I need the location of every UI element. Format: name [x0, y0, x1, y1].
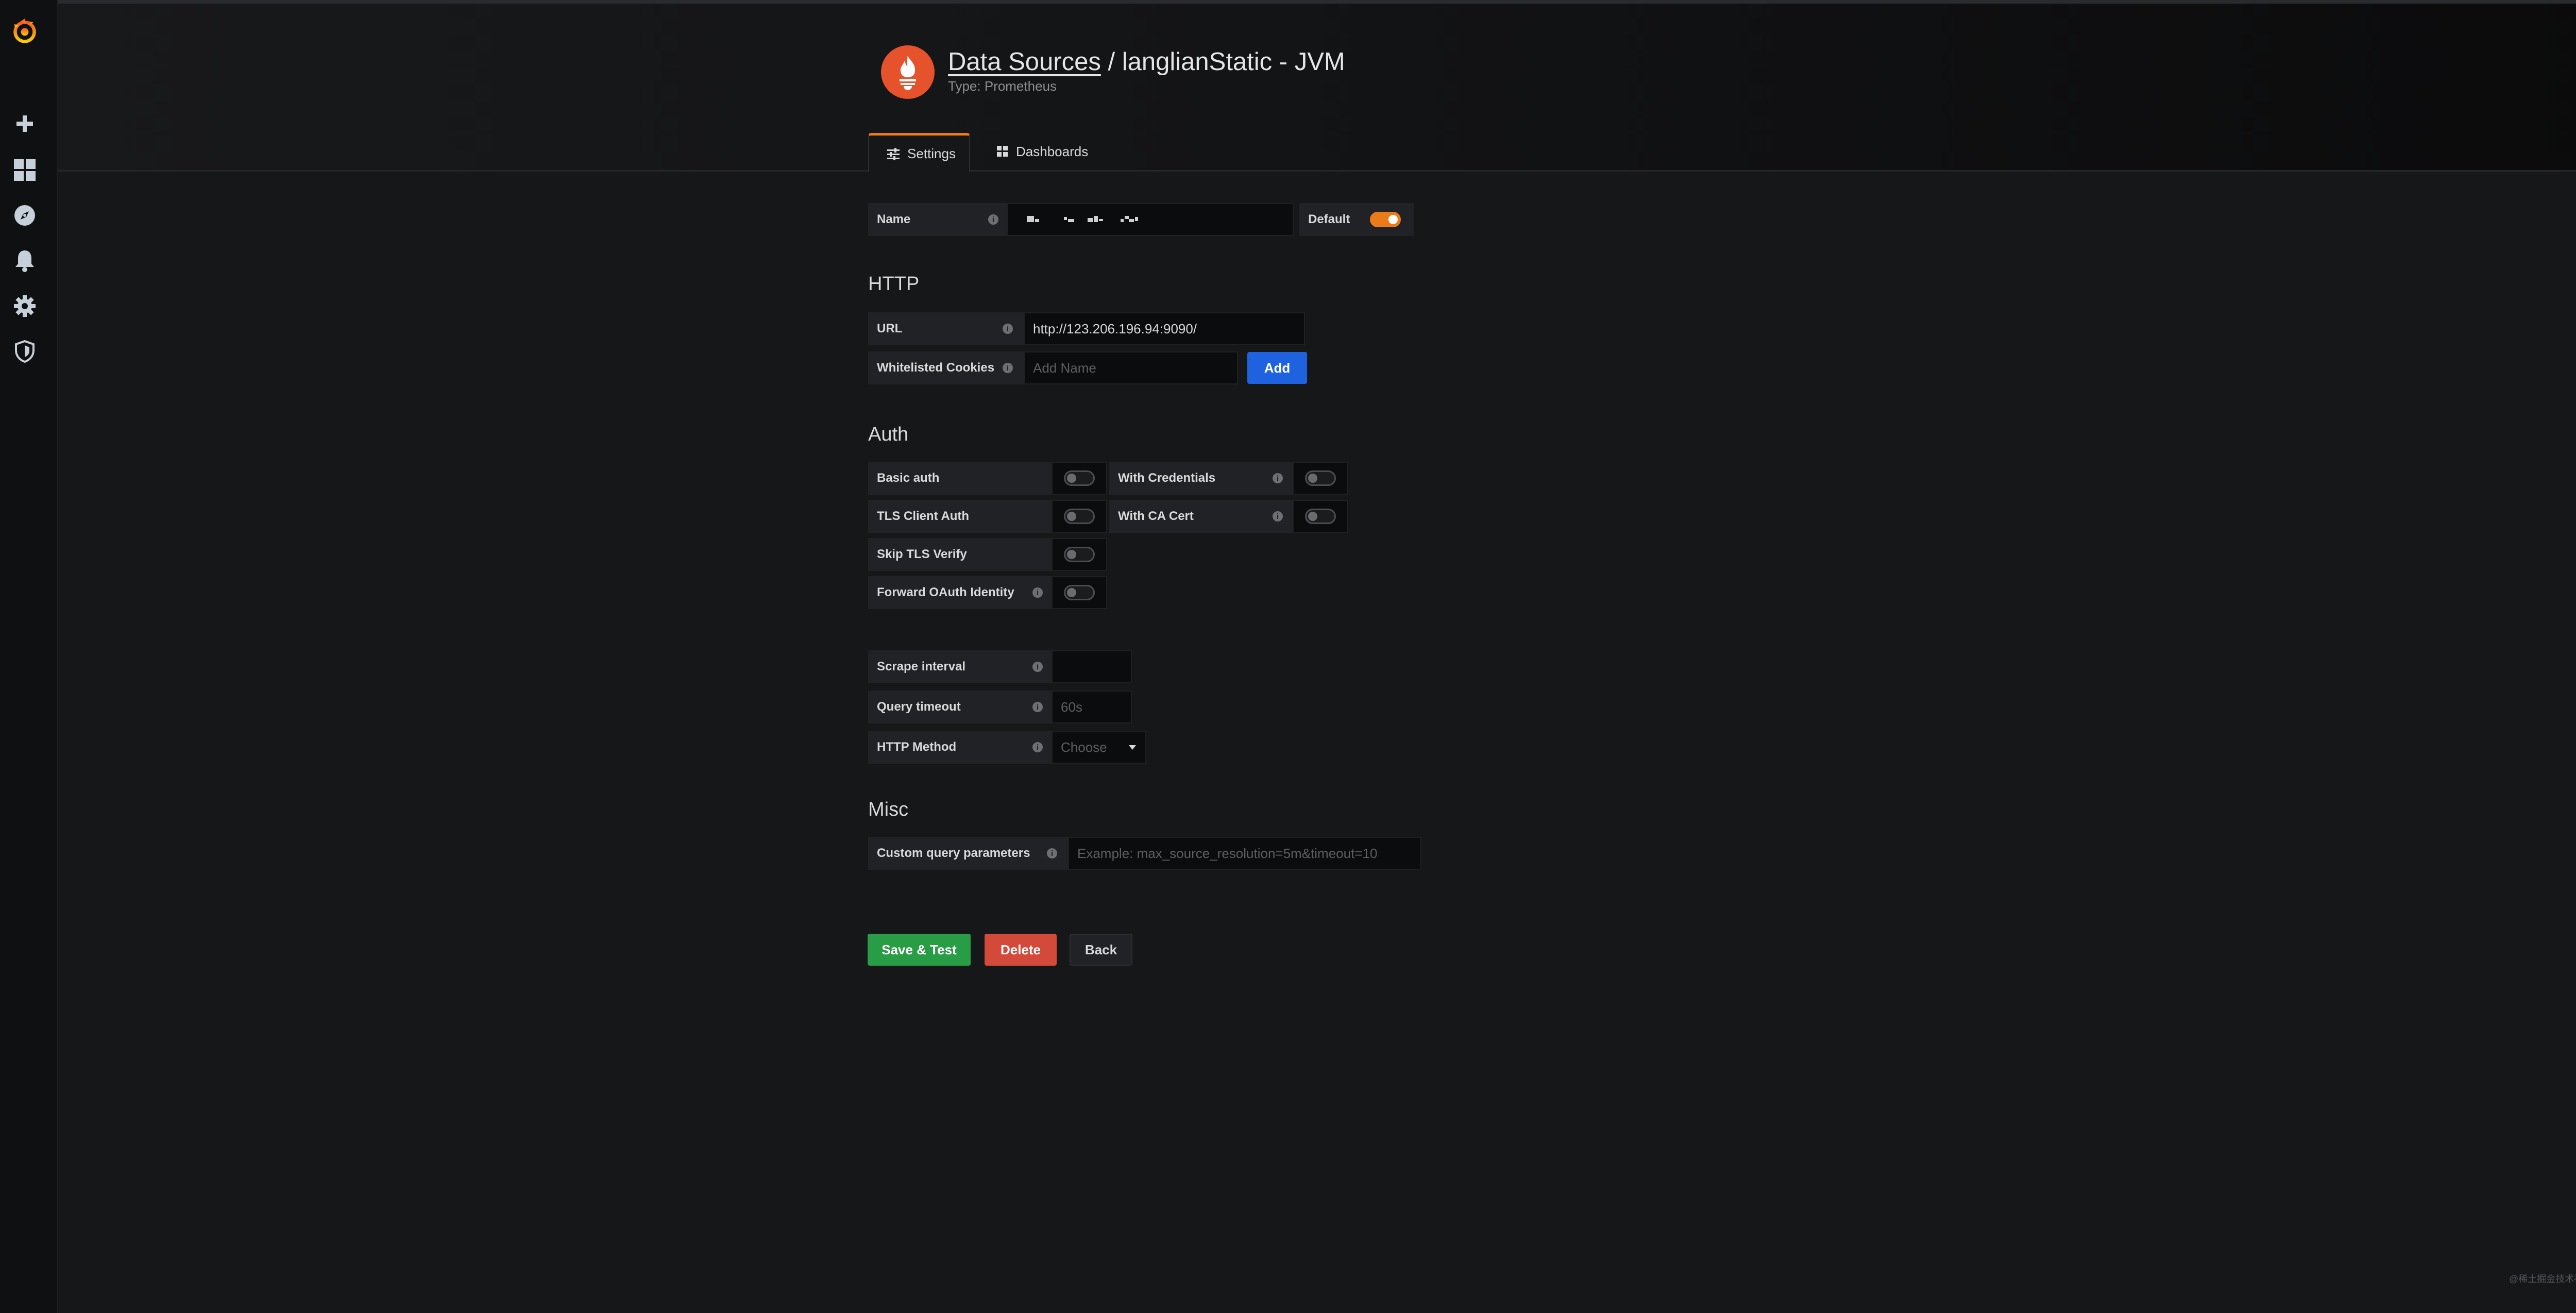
custom-query-params-input[interactable]: Example: max_source_resolution=5m&timeou…	[1068, 837, 1421, 870]
tls-client-auth-switch[interactable]	[1064, 509, 1095, 524]
default-switch[interactable]	[1370, 212, 1401, 227]
basic-auth-label: Basic auth	[868, 462, 1052, 495]
with-credentials-toggle[interactable]	[1293, 462, 1348, 495]
custom-query-params-label: Custom query parameters	[868, 837, 1068, 870]
with-ca-cert-text: With CA Cert	[1118, 509, 1194, 523]
datasource-name-title: / langlianStatic - JVM	[1100, 48, 1345, 76]
basic-auth-toggle[interactable]	[1052, 462, 1107, 495]
configuration-gear-icon[interactable]	[11, 293, 38, 319]
skip-tls-verify-switch[interactable]	[1064, 547, 1095, 562]
default-toggle[interactable]	[1357, 203, 1414, 236]
http-section-title: HTTP	[868, 273, 920, 295]
with-ca-cert-switch[interactable]	[1305, 509, 1336, 524]
plus-icon[interactable]	[11, 110, 38, 137]
query-timeout-placeholder: 60s	[1061, 699, 1082, 715]
sliders-icon	[887, 147, 900, 160]
prometheus-logo-icon	[881, 45, 935, 99]
tab-settings-label: Settings	[907, 146, 956, 161]
url-info-icon[interactable]: i	[1003, 324, 1013, 334]
back-button[interactable]: Back	[1070, 934, 1132, 966]
caret-down-icon	[1129, 745, 1136, 750]
dashboards-icon[interactable]	[11, 157, 38, 183]
cookies-placeholder: Add Name	[1033, 360, 1096, 376]
skip-tls-verify-text: Skip TLS Verify	[877, 547, 967, 561]
query-timeout-text: Query timeout	[877, 700, 961, 714]
http-method-label: HTTP Method	[868, 731, 1052, 764]
custom-query-params-placeholder: Example: max_source_resolution=5m&timeou…	[1077, 845, 1378, 861]
add-cookie-button[interactable]: Add	[1247, 352, 1307, 384]
page-title: Data Sources / langlianStatic - JVM	[948, 47, 1345, 76]
scrape-interval-input[interactable]	[1052, 650, 1132, 683]
http-method-text: HTTP Method	[877, 740, 957, 754]
forward-oauth-text: Forward OAuth Identity	[877, 585, 1014, 599]
cookies-label: Whitelisted Cookies	[868, 351, 1024, 384]
grafana-logo-icon[interactable]	[11, 18, 38, 44]
tls-client-auth-toggle[interactable]	[1052, 500, 1107, 533]
scrape-interval-label: Scrape interval	[868, 650, 1052, 683]
tls-client-auth-label: TLS Client Auth	[868, 500, 1052, 533]
forward-oauth-info-icon[interactable]: i	[1032, 587, 1043, 598]
http-method-select[interactable]: Choose	[1052, 731, 1146, 764]
http-method-value: Choose	[1061, 739, 1107, 755]
default-label: Default	[1299, 203, 1365, 236]
with-ca-cert-label: With CA Cert	[1109, 500, 1293, 533]
forward-oauth-toggle[interactable]	[1052, 576, 1107, 609]
alerting-bell-icon[interactable]	[11, 247, 38, 274]
name-input[interactable]	[1007, 203, 1294, 236]
tab-dashboards[interactable]: Dashboards	[996, 133, 1088, 170]
query-timeout-info-icon[interactable]: i	[1032, 702, 1043, 712]
save-and-test-button[interactable]: Save & Test	[868, 934, 971, 966]
url-value: http://123.206.196.94:9090/	[1033, 321, 1197, 336]
skip-tls-verify-label: Skip TLS Verify	[868, 538, 1052, 571]
datasource-type: Type: Prometheus	[948, 78, 1057, 94]
forward-oauth-label: Forward OAuth Identity	[868, 576, 1052, 609]
delete-button[interactable]: Delete	[985, 934, 1057, 966]
scrape-interval-info-icon[interactable]: i	[1032, 662, 1043, 672]
forward-oauth-switch[interactable]	[1064, 585, 1095, 600]
url-input[interactable]: http://123.206.196.94:9090/	[1024, 312, 1305, 345]
basic-auth-text: Basic auth	[877, 471, 940, 485]
server-admin-shield-icon[interactable]	[11, 338, 38, 365]
redacted-name-value	[1027, 216, 1138, 222]
with-credentials-info-icon[interactable]: i	[1273, 473, 1283, 483]
tab-settings[interactable]: Settings	[868, 133, 970, 172]
query-timeout-input[interactable]: 60s	[1052, 691, 1132, 723]
name-label: Name	[868, 203, 1007, 236]
custom-query-params-text: Custom query parameters	[877, 846, 1030, 860]
dashboards-small-icon	[997, 146, 1008, 157]
name-label-text: Name	[877, 212, 911, 226]
tls-client-auth-text: TLS Client Auth	[877, 509, 970, 523]
cookies-input[interactable]: Add Name	[1024, 351, 1238, 384]
tab-dashboards-label: Dashboards	[1016, 143, 1089, 159]
with-ca-cert-toggle[interactable]	[1293, 500, 1348, 533]
custom-query-params-info-icon[interactable]: i	[1047, 848, 1057, 858]
http-method-info-icon[interactable]: i	[1032, 742, 1043, 752]
with-credentials-switch[interactable]	[1305, 470, 1336, 486]
with-credentials-label: With Credentials	[1109, 462, 1293, 495]
url-label: URL	[868, 312, 1024, 345]
url-label-text: URL	[877, 322, 903, 335]
cookies-info-icon[interactable]: i	[1003, 363, 1013, 373]
default-label-text: Default	[1308, 212, 1350, 226]
with-credentials-text: With Credentials	[1118, 471, 1216, 485]
explore-icon[interactable]	[11, 202, 38, 229]
name-info-icon[interactable]: i	[988, 214, 998, 225]
auth-section-title: Auth	[868, 424, 909, 445]
sidebar	[0, 0, 58, 1313]
watermark: @稀土掘金技术社区	[2509, 1274, 2576, 1284]
skip-tls-verify-toggle[interactable]	[1052, 538, 1107, 571]
cookies-label-text: Whitelisted Cookies	[877, 361, 995, 375]
scrape-interval-text: Scrape interval	[877, 660, 966, 674]
misc-section-title: Misc	[868, 799, 909, 820]
with-ca-cert-info-icon[interactable]: i	[1273, 511, 1283, 521]
top-border	[0, 0, 2576, 4]
data-sources-link[interactable]: Data Sources	[948, 48, 1101, 76]
page-header	[58, 4, 2576, 172]
query-timeout-label: Query timeout	[868, 691, 1052, 723]
basic-auth-switch[interactable]	[1064, 470, 1095, 486]
